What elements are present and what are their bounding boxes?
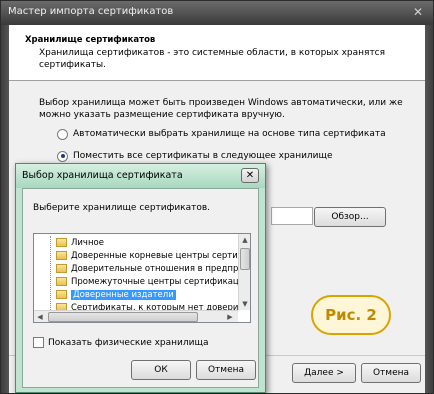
tree-connector <box>50 236 51 314</box>
checkbox[interactable] <box>33 337 44 348</box>
tree-item-trusted-root[interactable]: Доверенные корневые центры сертиф <box>56 249 238 262</box>
tree-item-personal[interactable]: Личное <box>56 236 238 249</box>
dialog-prompt: Выберите хранилище сертификатов. <box>33 203 211 213</box>
wizard-cancel-button[interactable]: Отмена <box>361 363 421 383</box>
tree-item-label: Доверенные корневые центры сертиф <box>71 250 238 261</box>
folder-icon <box>56 290 67 299</box>
select-store-dialog: Выбор хранилища сертификата ✕ Выберите х… <box>15 163 266 393</box>
scroll-down-icon[interactable]: ▼ <box>239 298 250 310</box>
dialog-body: Выберите хранилище сертификатов. Личное … <box>22 188 259 388</box>
radio-auto-select[interactable]: Автоматически выбрать хранилище на основ… <box>57 127 386 141</box>
store-selection-text: Выбор хранилища может быть произведен Wi… <box>39 98 403 120</box>
folder-icon <box>56 277 67 286</box>
dialog-title: Выбор хранилища сертификата <box>22 170 183 181</box>
folder-icon <box>56 238 67 247</box>
scroll-right-icon[interactable]: ▶ <box>224 311 236 322</box>
page-heading: Хранилище сертификатов <box>25 35 156 45</box>
ok-button[interactable]: ОК <box>131 360 191 380</box>
tree-item-trusted-publishers[interactable]: Доверенные издатели <box>56 288 238 301</box>
radio-auto-label: Автоматически выбрать хранилище на основ… <box>73 129 386 139</box>
scroll-thumb[interactable] <box>48 312 198 322</box>
figure-label-badge: Рис. 2 <box>311 295 391 335</box>
close-icon[interactable]: ✕ <box>241 168 259 183</box>
wizard-titlebar[interactable]: Мастер импорта сертификатов ✕ <box>1 1 433 25</box>
scroll-thumb[interactable] <box>240 248 250 270</box>
radio-manual-select[interactable]: Поместить все сертификаты в следующее хр… <box>57 149 333 163</box>
dialog-cancel-button[interactable]: Отмена <box>196 360 256 380</box>
folder-icon <box>56 251 67 260</box>
radio-button[interactable] <box>57 128 68 140</box>
tree-item-label: Личное <box>71 237 104 248</box>
tree-item-intermediate[interactable]: Промежуточные центры сертификации <box>56 275 238 288</box>
radio-button-checked[interactable] <box>57 150 68 162</box>
folder-icon <box>56 264 67 273</box>
scroll-left-icon[interactable]: ◀ <box>34 311 46 322</box>
tree-item-label: Доверенные издатели <box>71 289 176 300</box>
window-frame-right <box>425 25 433 393</box>
store-field[interactable] <box>271 207 313 225</box>
close-icon[interactable]: ✕ <box>411 5 425 19</box>
page-description: Хранилища сертификатов - это системные о… <box>39 48 386 70</box>
store-tree[interactable]: Личное Доверенные корневые центры сертиф… <box>33 233 251 323</box>
scroll-up-icon[interactable]: ▲ <box>239 234 250 246</box>
vertical-scrollbar[interactable]: ▲ ▼ <box>238 234 250 310</box>
radio-manual-label: Поместить все сертификаты в следующее хр… <box>73 151 333 161</box>
show-physical-stores-option[interactable]: Показать физические хранилища <box>33 337 208 348</box>
tree-item-enterprise-trust[interactable]: Доверительные отношения в предпри <box>56 262 238 275</box>
dialog-titlebar[interactable]: Выбор хранилища сертификата ✕ <box>16 164 265 188</box>
window-frame-left <box>1 25 9 393</box>
next-button[interactable]: Далее > <box>292 363 356 383</box>
show-physical-label: Показать физические хранилища <box>48 337 209 348</box>
wizard-title: Мастер импорта сертификатов <box>8 6 174 17</box>
wizard-header: Хранилище сертификатов Хранилища сертифи… <box>9 25 425 81</box>
browse-button[interactable]: Обзор... <box>314 207 386 227</box>
tree-item-label: Доверительные отношения в предпри <box>71 263 238 274</box>
tree-item-label: Промежуточные центры сертификации <box>71 276 238 287</box>
horizontal-scrollbar[interactable]: ◀ ▶ <box>34 310 238 322</box>
